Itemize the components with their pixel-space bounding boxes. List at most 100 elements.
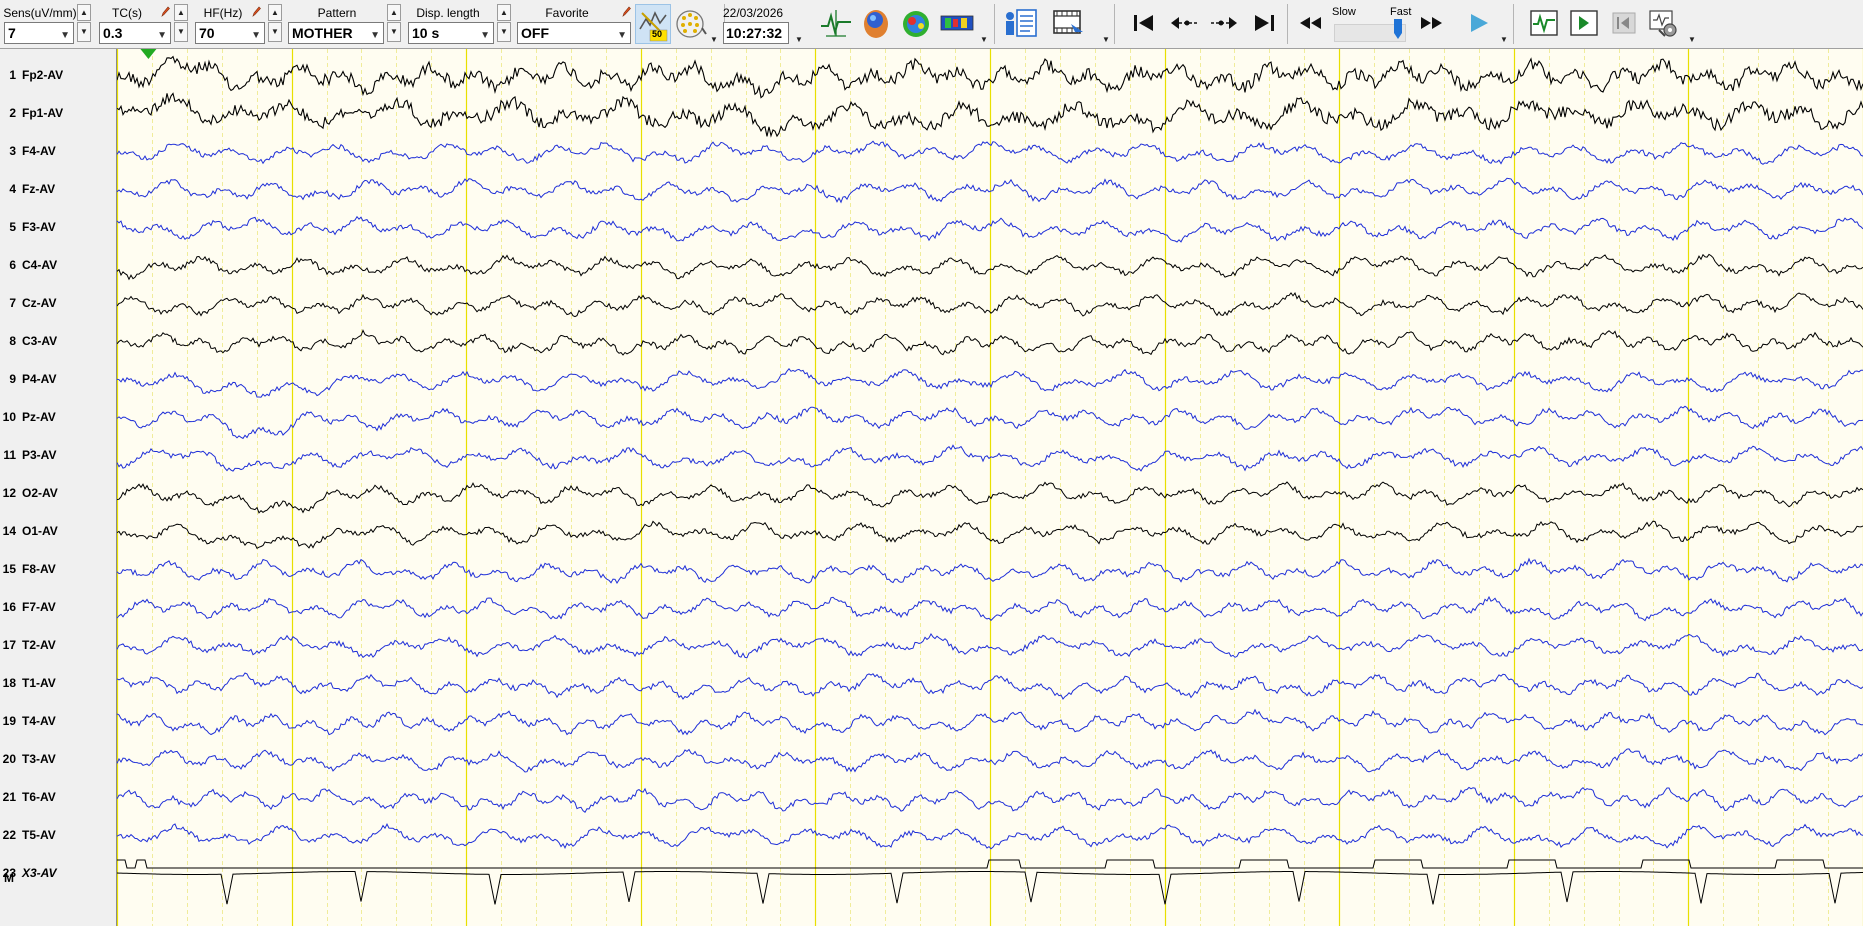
- sens-up-button[interactable]: ▲: [77, 4, 91, 21]
- time-field[interactable]: 10:27:32: [723, 22, 789, 44]
- channel-name: F7-AV: [22, 600, 56, 614]
- channel-label[interactable]: 8 C3-AV: [0, 334, 116, 352]
- eeg-trace-area[interactable]: [117, 49, 1863, 926]
- next-event-button[interactable]: [1205, 6, 1243, 40]
- chevron-down-icon[interactable]: ▼: [1688, 35, 1696, 44]
- spectrum-button[interactable]: [937, 6, 977, 40]
- channel-label[interactable]: 7 Cz-AV: [0, 296, 116, 314]
- channel-number: 22: [2, 828, 16, 842]
- channel-label[interactable]: 1 Fp2-AV: [0, 68, 116, 86]
- disp-length-select[interactable]: 10 s ▼: [408, 22, 494, 44]
- channel-label[interactable]: 19 T4-AV: [0, 714, 116, 732]
- tc-down-button[interactable]: ▼: [174, 22, 188, 42]
- channel-name: T5-AV: [22, 828, 56, 842]
- go-end-button[interactable]: [1245, 6, 1283, 40]
- go-start-button[interactable]: [1125, 6, 1163, 40]
- channel-number: 17: [2, 638, 16, 652]
- pencil-icon[interactable]: [622, 6, 631, 17]
- pencil-icon[interactable]: [161, 6, 170, 17]
- notch-filter-button[interactable]: 50: [635, 4, 671, 44]
- favorite-select[interactable]: OFF ▼: [517, 22, 631, 44]
- channel-name: Fp1-AV: [22, 106, 64, 120]
- prev-event-button[interactable]: [1165, 6, 1203, 40]
- channel-label[interactable]: 21 T6-AV: [0, 790, 116, 808]
- channel-number: 8: [9, 334, 16, 348]
- chevron-down-icon[interactable]: ▼: [1102, 35, 1110, 44]
- hf-down-button[interactable]: ▼: [268, 22, 282, 42]
- play-button[interactable]: [1460, 6, 1498, 40]
- channel-name: Pz-AV: [22, 410, 56, 424]
- fast-forward-button[interactable]: [1413, 6, 1451, 40]
- speed-slow-label: Slow: [1332, 6, 1356, 18]
- rewind-button[interactable]: [1291, 6, 1329, 40]
- settings-button[interactable]: [1645, 6, 1683, 40]
- channel-label[interactable]: 12 O2-AV: [0, 486, 116, 504]
- channel-number: 18: [2, 676, 16, 690]
- prev-event-icon: [1171, 17, 1197, 29]
- speed-slider-thumb[interactable]: [1394, 19, 1402, 39]
- toolbar-separator: [994, 4, 995, 44]
- electrode-map-button[interactable]: [672, 6, 710, 40]
- video-button[interactable]: [1049, 6, 1087, 40]
- sens-down-button[interactable]: ▼: [77, 22, 91, 42]
- channel-name: P4-AV: [22, 372, 57, 386]
- signal-marker-icon: [821, 10, 851, 37]
- channel-name: O2-AV: [22, 486, 58, 500]
- channel-name: C4-AV: [22, 258, 58, 272]
- disp-length-up-button[interactable]: ▲: [497, 4, 511, 21]
- hf-select[interactable]: 70 ▼: [195, 22, 265, 44]
- pattern-up-button[interactable]: ▲: [387, 4, 401, 21]
- channel-label[interactable]: 6 C4-AV: [0, 258, 116, 276]
- pencil-icon[interactable]: [252, 6, 261, 17]
- pattern-select[interactable]: MOTHER ▼: [288, 22, 384, 44]
- chevron-down-icon[interactable]: ▼: [710, 35, 718, 44]
- channel-label[interactable]: 10 Pz-AV: [0, 410, 116, 428]
- channel-label[interactable]: M: [0, 871, 116, 889]
- channel-label[interactable]: 18 T1-AV: [0, 676, 116, 694]
- channel-label[interactable]: 22 T5-AV: [0, 828, 116, 846]
- speed-slider-track[interactable]: [1334, 19, 1406, 42]
- prev-page-button[interactable]: [1605, 6, 1643, 40]
- channel-label-panel: 1 Fp2-AV 2 Fp1-AV 3 F4-AV 4 Fz-AV 5 F3-AV 6 C4-AV 7 C…: [0, 49, 117, 926]
- montage-button[interactable]: [1525, 6, 1563, 40]
- topo-map-button[interactable]: [897, 6, 935, 40]
- tc-up-button[interactable]: ▲: [174, 4, 188, 21]
- channel-label[interactable]: 5 F3-AV: [0, 220, 116, 238]
- channel-label[interactable]: 4 Fz-AV: [0, 182, 116, 200]
- channel-number: 15: [2, 562, 16, 576]
- chevron-down-icon[interactable]: ▼: [980, 35, 988, 44]
- channel-label[interactable]: 11 P3-AV: [0, 448, 116, 466]
- channel-label[interactable]: 20 T3-AV: [0, 752, 116, 770]
- hf-value: 70: [199, 25, 215, 41]
- head-map-button[interactable]: [857, 6, 895, 40]
- channel-label[interactable]: 9 P4-AV: [0, 372, 116, 390]
- chevron-down-icon[interactable]: ▼: [795, 35, 803, 44]
- play-icon: [1471, 14, 1488, 32]
- channel-number: 3: [9, 144, 16, 158]
- channel-label[interactable]: 3 F4-AV: [0, 144, 116, 162]
- hf-up-button[interactable]: ▲: [268, 4, 282, 21]
- channel-label[interactable]: 14 O1-AV: [0, 524, 116, 542]
- channel-label[interactable]: 15 F8-AV: [0, 562, 116, 580]
- channel-label[interactable]: 17 T2-AV: [0, 638, 116, 656]
- patient-info-icon: [1006, 9, 1037, 37]
- spectrum-icon: [940, 15, 974, 31]
- disp-length-down-button[interactable]: ▼: [497, 22, 511, 42]
- video-icon: [1053, 10, 1083, 34]
- channel-number: 20: [2, 752, 16, 766]
- montage-icon: [1530, 10, 1558, 36]
- channel-name: F4-AV: [22, 144, 56, 158]
- channel-name: T1-AV: [22, 676, 56, 690]
- channel-label[interactable]: 2 Fp1-AV: [0, 106, 116, 124]
- pattern-down-button[interactable]: ▼: [387, 22, 401, 42]
- tc-select[interactable]: 0.3 ▼: [99, 22, 171, 44]
- channel-name: T2-AV: [22, 638, 56, 652]
- sens-value: 7: [8, 25, 16, 41]
- channel-label[interactable]: 16 F7-AV: [0, 600, 116, 618]
- signal-marker-button[interactable]: [818, 6, 856, 40]
- patient-info-button[interactable]: [1002, 6, 1040, 40]
- chevron-down-icon[interactable]: ▼: [1500, 35, 1508, 44]
- channel-number: 16: [2, 600, 16, 614]
- sens-select[interactable]: 7 ▼: [4, 22, 74, 44]
- next-page-button[interactable]: [1565, 6, 1603, 40]
